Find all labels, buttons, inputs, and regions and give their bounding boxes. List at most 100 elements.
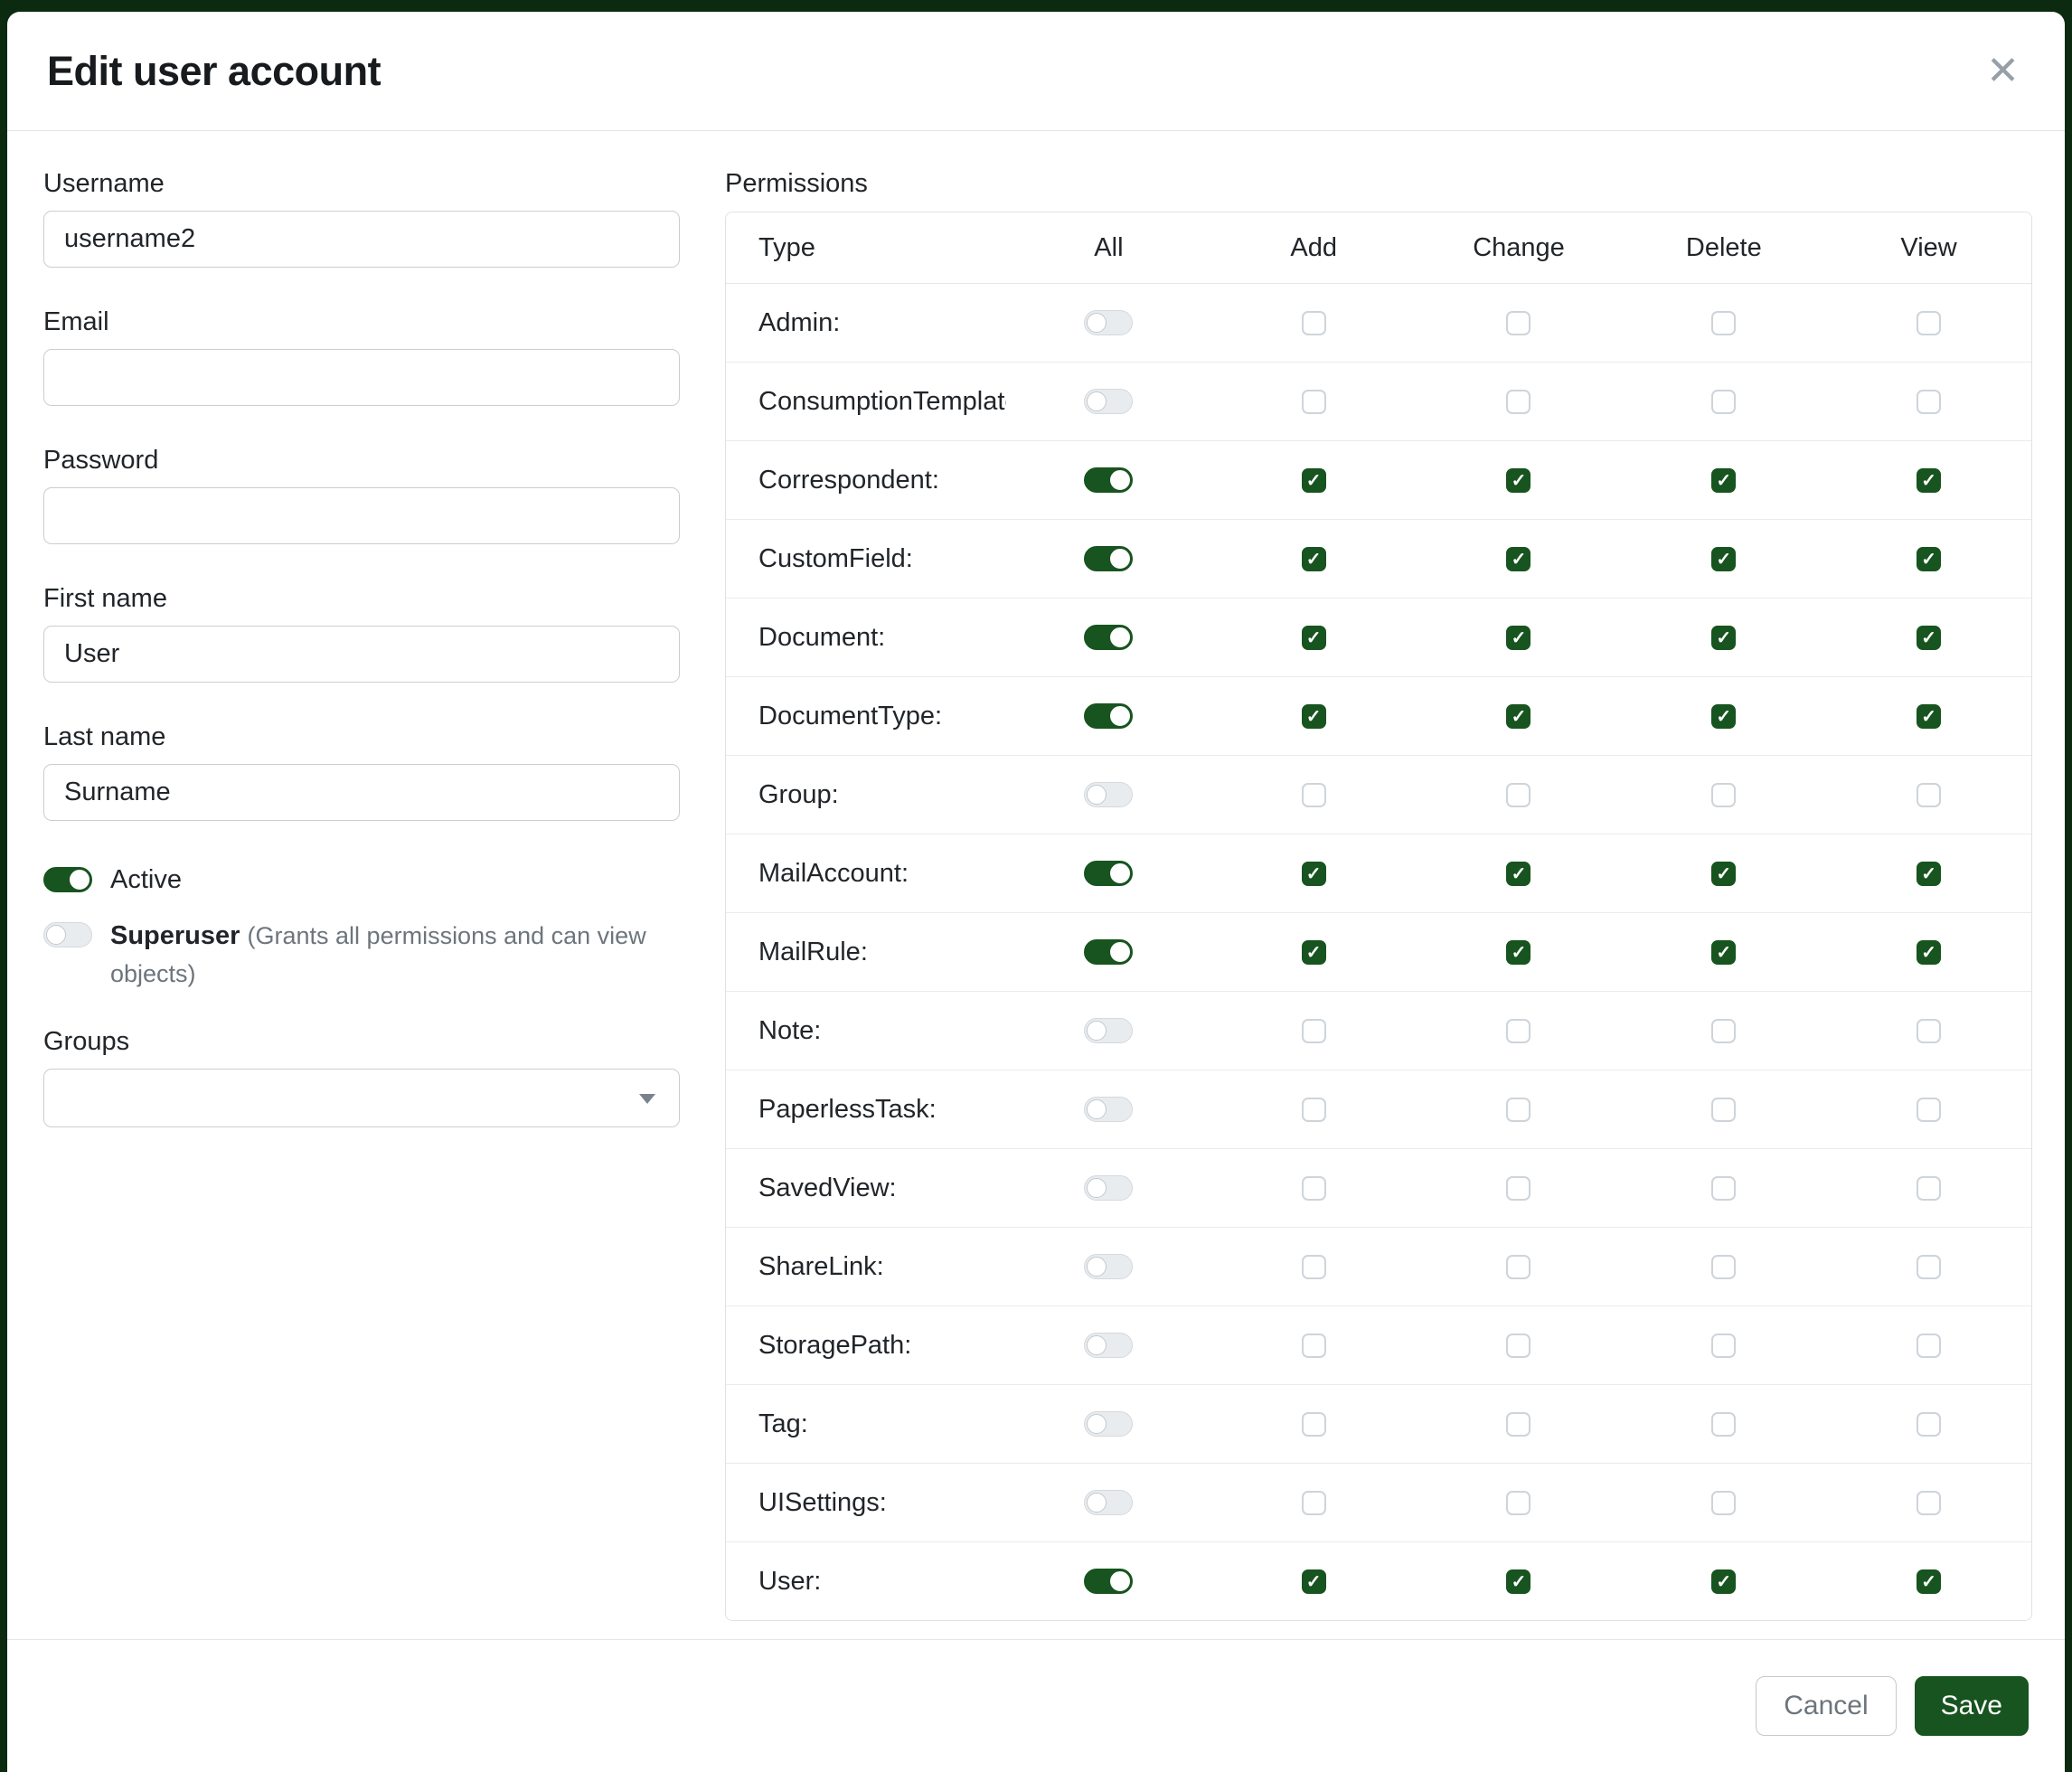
change-checkbox[interactable] — [1506, 626, 1530, 650]
cancel-button[interactable]: Cancel — [1756, 1676, 1896, 1736]
add-checkbox[interactable] — [1302, 783, 1326, 807]
username-input[interactable] — [43, 211, 680, 268]
all-toggle[interactable] — [1084, 546, 1133, 571]
delete-checkbox[interactable] — [1711, 783, 1736, 807]
column-header-type: Type — [726, 233, 1006, 263]
all-toggle[interactable] — [1084, 782, 1133, 807]
all-toggle[interactable] — [1084, 1175, 1133, 1201]
add-checkbox[interactable] — [1302, 1255, 1326, 1279]
change-checkbox[interactable] — [1506, 390, 1530, 414]
change-checkbox[interactable] — [1506, 1098, 1530, 1122]
add-checkbox[interactable] — [1302, 468, 1326, 493]
delete-checkbox[interactable] — [1711, 1491, 1736, 1515]
all-toggle[interactable] — [1084, 1333, 1133, 1358]
all-toggle[interactable] — [1084, 625, 1133, 650]
add-checkbox[interactable] — [1302, 390, 1326, 414]
change-checkbox[interactable] — [1506, 1412, 1530, 1437]
all-toggle[interactable] — [1084, 1490, 1133, 1515]
add-cell — [1211, 1255, 1417, 1279]
delete-checkbox[interactable] — [1711, 1098, 1736, 1122]
save-button[interactable]: Save — [1915, 1676, 2029, 1736]
all-toggle[interactable] — [1084, 1097, 1133, 1122]
view-checkbox[interactable] — [1917, 783, 1941, 807]
delete-checkbox[interactable] — [1711, 1569, 1736, 1594]
view-checkbox[interactable] — [1917, 1176, 1941, 1201]
view-checkbox[interactable] — [1917, 311, 1941, 335]
add-checkbox[interactable] — [1302, 311, 1326, 335]
all-toggle[interactable] — [1084, 1254, 1133, 1279]
all-toggle[interactable] — [1084, 1569, 1133, 1594]
delete-checkbox[interactable] — [1711, 1334, 1736, 1358]
password-input[interactable] — [43, 487, 680, 544]
all-toggle[interactable] — [1084, 1018, 1133, 1043]
view-checkbox[interactable] — [1917, 468, 1941, 493]
change-checkbox[interactable] — [1506, 1334, 1530, 1358]
add-checkbox[interactable] — [1302, 626, 1326, 650]
view-checkbox[interactable] — [1917, 1334, 1941, 1358]
add-checkbox[interactable] — [1302, 1412, 1326, 1437]
change-checkbox[interactable] — [1506, 940, 1530, 965]
first-name-input[interactable] — [43, 626, 680, 683]
change-checkbox[interactable] — [1506, 1491, 1530, 1515]
view-checkbox[interactable] — [1917, 704, 1941, 729]
change-checkbox[interactable] — [1506, 547, 1530, 571]
all-toggle[interactable] — [1084, 310, 1133, 335]
delete-checkbox[interactable] — [1711, 547, 1736, 571]
all-toggle[interactable] — [1084, 1411, 1133, 1437]
add-checkbox[interactable] — [1302, 1176, 1326, 1201]
delete-checkbox[interactable] — [1711, 390, 1736, 414]
change-checkbox[interactable] — [1506, 1255, 1530, 1279]
all-toggle[interactable] — [1084, 389, 1133, 414]
groups-select[interactable] — [43, 1069, 680, 1127]
view-checkbox[interactable] — [1917, 1255, 1941, 1279]
add-checkbox[interactable] — [1302, 1491, 1326, 1515]
view-checkbox[interactable] — [1917, 390, 1941, 414]
delete-checkbox[interactable] — [1711, 311, 1736, 335]
delete-checkbox[interactable] — [1711, 626, 1736, 650]
change-checkbox[interactable] — [1506, 783, 1530, 807]
add-checkbox[interactable] — [1302, 1569, 1326, 1594]
add-checkbox[interactable] — [1302, 862, 1326, 886]
add-checkbox[interactable] — [1302, 547, 1326, 571]
view-checkbox[interactable] — [1917, 626, 1941, 650]
change-checkbox[interactable] — [1506, 704, 1530, 729]
view-checkbox[interactable] — [1917, 1569, 1941, 1594]
add-checkbox[interactable] — [1302, 1098, 1326, 1122]
email-input[interactable] — [43, 349, 680, 406]
all-toggle[interactable] — [1084, 703, 1133, 729]
delete-checkbox[interactable] — [1711, 940, 1736, 965]
all-toggle[interactable] — [1084, 861, 1133, 886]
delete-checkbox[interactable] — [1711, 1019, 1736, 1043]
all-toggle[interactable] — [1084, 939, 1133, 965]
add-checkbox[interactable] — [1302, 1334, 1326, 1358]
delete-checkbox[interactable] — [1711, 1255, 1736, 1279]
change-checkbox[interactable] — [1506, 311, 1530, 335]
change-checkbox[interactable] — [1506, 1569, 1530, 1594]
add-checkbox[interactable] — [1302, 704, 1326, 729]
all-toggle[interactable] — [1084, 467, 1133, 493]
view-checkbox[interactable] — [1917, 1491, 1941, 1515]
superuser-toggle[interactable] — [43, 922, 92, 947]
view-checkbox[interactable] — [1917, 547, 1941, 571]
change-checkbox[interactable] — [1506, 1176, 1530, 1201]
change-checkbox[interactable] — [1506, 862, 1530, 886]
delete-checkbox[interactable] — [1711, 1176, 1736, 1201]
view-checkbox[interactable] — [1917, 1019, 1941, 1043]
view-checkbox[interactable] — [1917, 1412, 1941, 1437]
view-checkbox[interactable] — [1917, 862, 1941, 886]
active-toggle[interactable] — [43, 867, 92, 892]
change-checkbox[interactable] — [1506, 1019, 1530, 1043]
add-cell — [1211, 1569, 1417, 1594]
delete-checkbox[interactable] — [1711, 704, 1736, 729]
delete-checkbox[interactable] — [1711, 862, 1736, 886]
all-cell — [1006, 939, 1211, 965]
view-checkbox[interactable] — [1917, 940, 1941, 965]
close-icon[interactable]: ✕ — [1981, 46, 2025, 97]
add-checkbox[interactable] — [1302, 940, 1326, 965]
view-checkbox[interactable] — [1917, 1098, 1941, 1122]
change-checkbox[interactable] — [1506, 468, 1530, 493]
last-name-input[interactable] — [43, 764, 680, 821]
add-checkbox[interactable] — [1302, 1019, 1326, 1043]
delete-checkbox[interactable] — [1711, 1412, 1736, 1437]
delete-checkbox[interactable] — [1711, 468, 1736, 493]
